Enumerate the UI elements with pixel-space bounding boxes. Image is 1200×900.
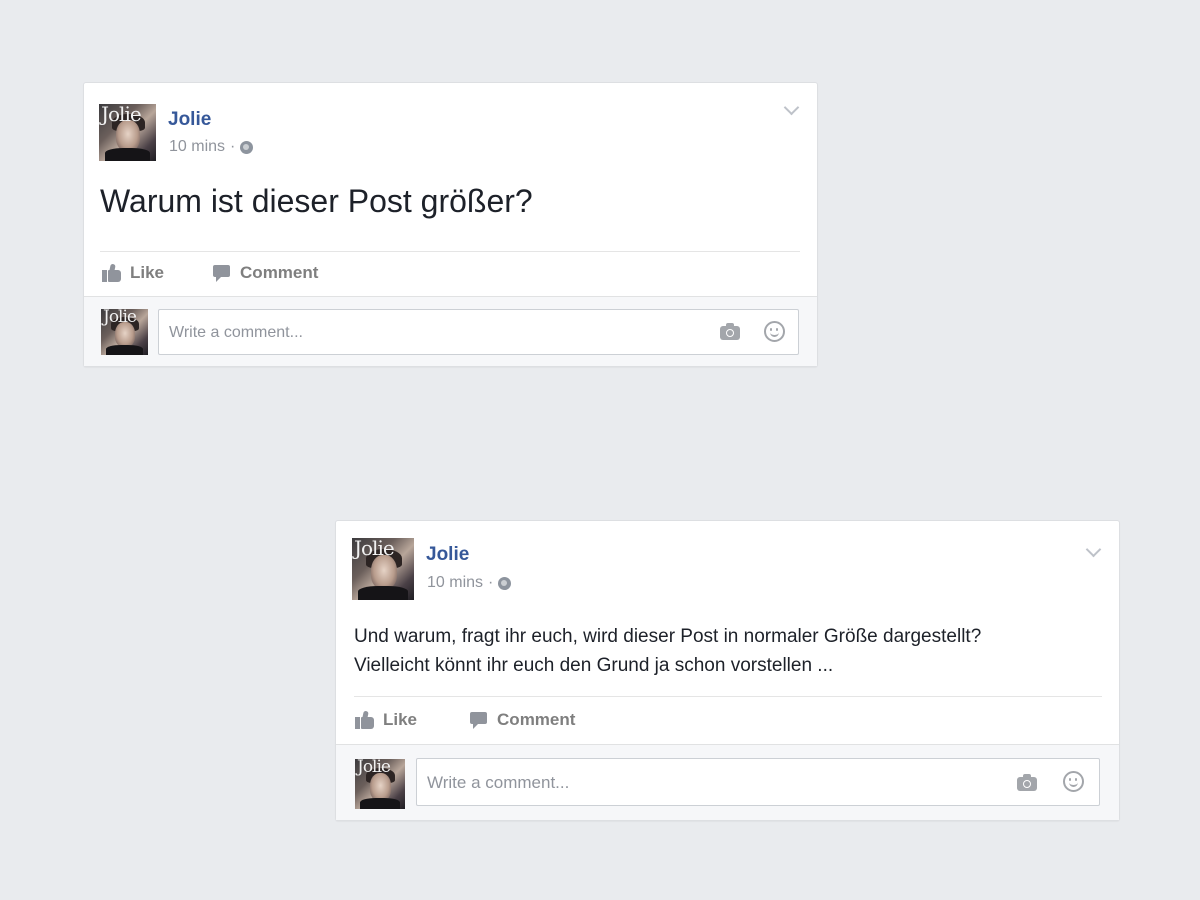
author-avatar[interactable]: Jolie [352,538,414,600]
like-icon [102,263,122,282]
post-actions: Like Comment [355,710,575,730]
chevron-down-icon[interactable] [783,99,800,116]
comment-input-box[interactable] [416,758,1100,807]
chevron-down-icon[interactable] [1085,541,1102,558]
post-text: Warum ist dieser Post größer? [100,183,533,219]
post-meta: 10 mins · [169,138,254,156]
comment-icon [212,264,232,282]
author-name[interactable]: Jolie [168,109,211,131]
meta-separator: · [488,574,494,591]
post-card: Jolie Jolie 10 mins · Warum ist dieser P… [83,82,818,367]
commenter-avatar: Jolie [355,759,405,809]
globe-icon[interactable] [498,576,512,590]
post-card: Jolie Jolie 10 mins · Und warum, fragt i… [335,520,1120,821]
author-name[interactable]: Jolie [426,544,469,566]
meta-separator: · [230,138,236,155]
like-label: Like [130,263,165,282]
emoji-icon[interactable] [764,321,785,342]
camera-icon[interactable] [720,323,740,340]
like-label: Like [383,710,418,729]
comment-input-box[interactable] [158,309,799,356]
comment-label: Comment [240,263,319,282]
comment-input[interactable] [425,759,1009,807]
like-button[interactable]: Like [355,710,417,730]
comment-composer: Jolie [336,744,1119,820]
comment-label: Comment [497,710,576,729]
avatar-magazine-logo: Jolie [354,538,395,560]
camera-icon[interactable] [1017,774,1037,791]
post-text: Und warum, fragt ihr euch, wird dieser P… [354,622,981,680]
post-timestamp[interactable]: 10 mins [427,574,483,592]
globe-icon[interactable] [240,140,254,154]
comment-composer: Jolie [84,296,817,366]
emoji-icon[interactable] [1063,771,1084,792]
divider [100,251,800,252]
comment-input[interactable] [167,310,711,356]
post-text-line: Und warum, fragt ihr euch, wird dieser P… [354,626,982,647]
post-text-line: Vielleicht könnt ihr euch den Grund ja s… [354,655,834,676]
comment-icon [469,711,489,729]
commenter-avatar: Jolie [101,309,148,355]
divider [354,696,1102,697]
like-button[interactable]: Like [102,263,164,283]
author-avatar[interactable]: Jolie [99,104,156,161]
post-timestamp[interactable]: 10 mins [169,138,225,156]
comment-button[interactable]: Comment [212,263,318,283]
post-actions: Like Comment [102,263,318,283]
avatar-magazine-logo: Jolie [101,104,142,126]
like-icon [355,710,375,729]
comment-button[interactable]: Comment [469,710,575,730]
post-meta: 10 mins · [427,574,512,592]
